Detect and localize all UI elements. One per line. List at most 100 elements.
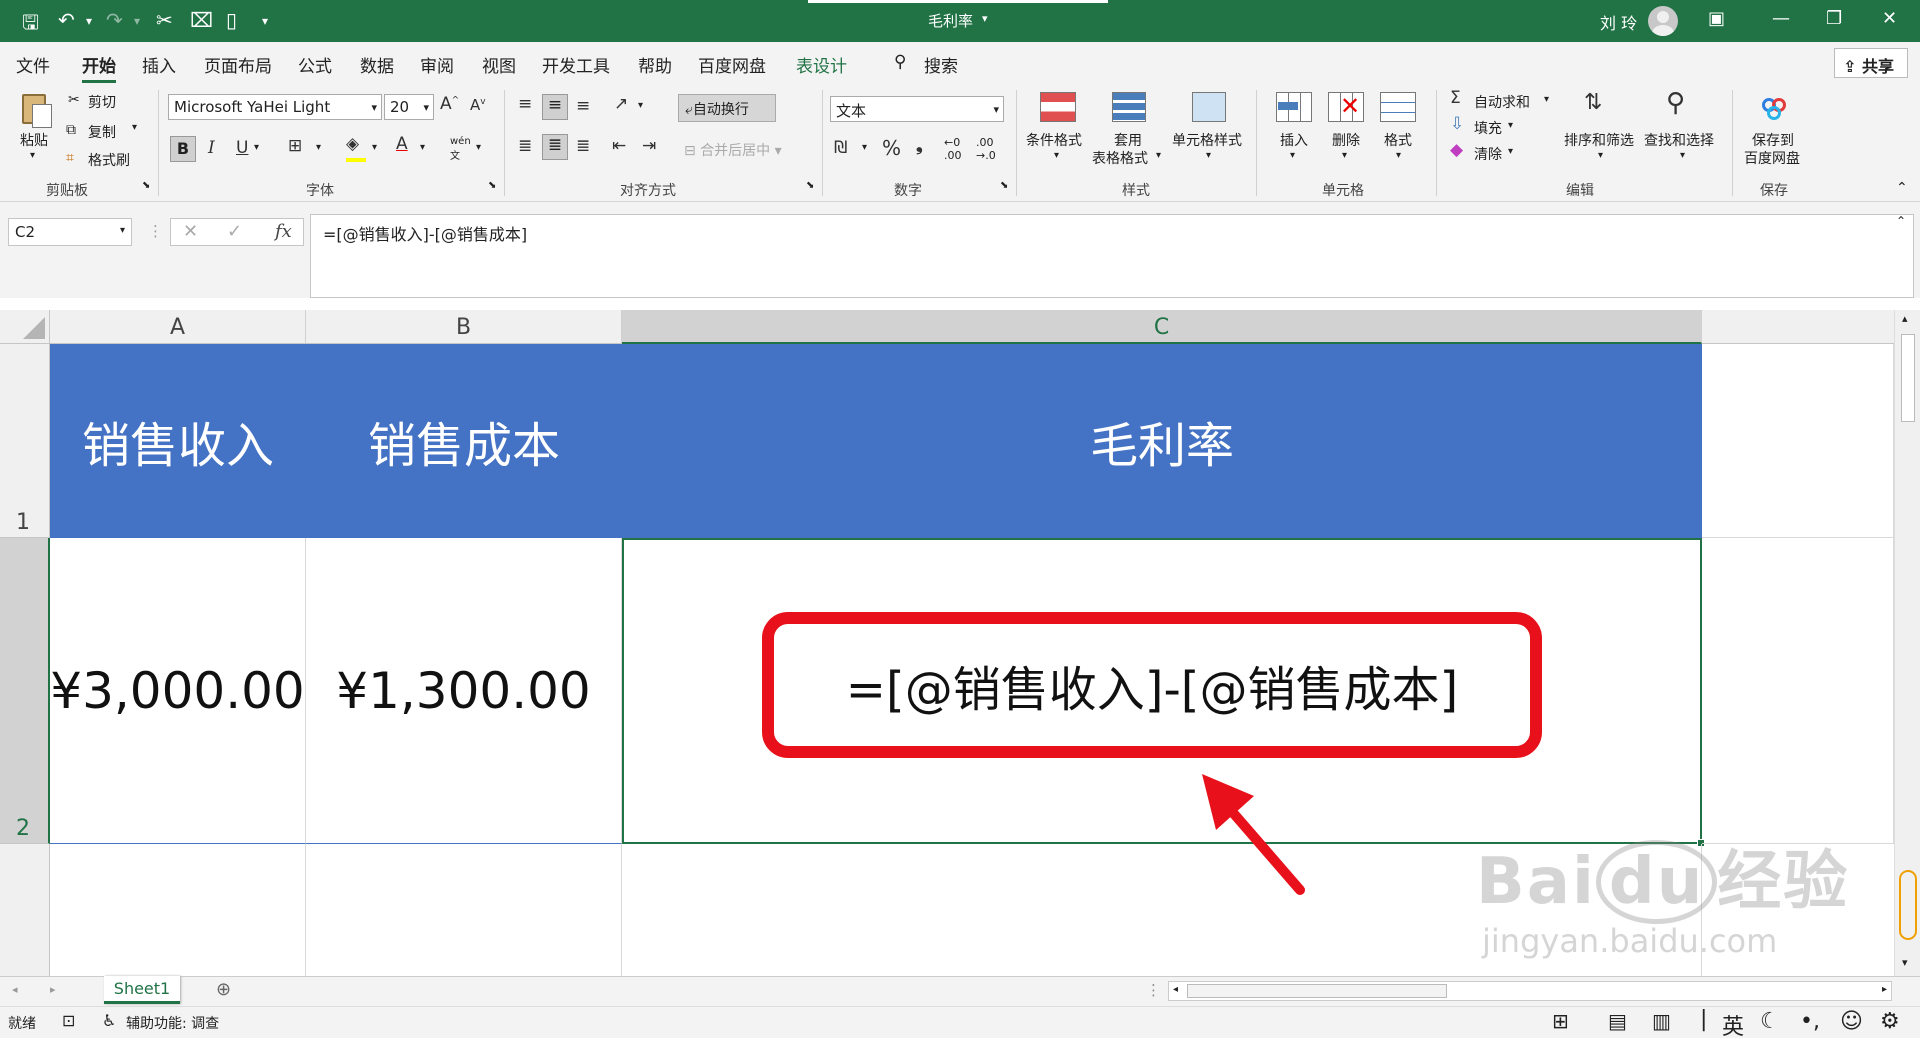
row-header-3[interactable] [0, 844, 50, 976]
moon-icon[interactable]: ☾ [1760, 1009, 1780, 1034]
collapse-ribbon-icon[interactable]: ⌃ [1896, 180, 1908, 196]
normal-view-icon[interactable]: ⊞ [1552, 1009, 1569, 1033]
delete-dropdown-icon[interactable]: ▾ [1342, 150, 1347, 161]
insert-dropdown-icon[interactable]: ▾ [1290, 150, 1295, 161]
page-layout-view-icon[interactable]: ▤ [1608, 1009, 1627, 1033]
cell-a3[interactable] [50, 844, 306, 976]
bold-button[interactable]: B [170, 136, 196, 162]
previous-sheet-icon[interactable]: ◂ [12, 983, 18, 996]
tab-data[interactable]: 数据 [360, 52, 394, 77]
conditional-formatting-label[interactable]: 条件格式 [1026, 130, 1082, 150]
number-launcher-icon[interactable]: ⬊ [1000, 180, 1008, 191]
tab-formulas[interactable]: 公式 [298, 52, 332, 77]
tab-table-design[interactable]: 表设计 [796, 52, 847, 77]
ime-language-indicator[interactable]: 英 [1722, 1009, 1744, 1041]
next-sheet-icon[interactable]: ▸ [50, 983, 56, 996]
cell-a2[interactable]: ¥3,000.00 [50, 538, 306, 844]
format-painter-icon[interactable]: ⌧ [190, 8, 213, 32]
fill-dropdown-icon[interactable]: ▾ [1508, 120, 1513, 131]
format-dropdown-icon[interactable]: ▾ [1396, 150, 1401, 161]
vertical-scrollbar[interactable]: ▴ ▾ [1894, 310, 1920, 976]
font-launcher-icon[interactable]: ⬊ [488, 180, 496, 191]
tab-file[interactable]: 文件 [16, 52, 50, 77]
page-break-view-icon[interactable]: ▥ [1652, 1009, 1671, 1033]
scroll-left-icon[interactable]: ◂ [1173, 984, 1178, 995]
fill-label[interactable]: 填充 [1474, 118, 1502, 138]
decrease-font-icon[interactable]: Av [470, 96, 486, 114]
increase-decimal-icon[interactable]: ←0.00 [944, 136, 962, 162]
horizontal-scroll-thumb[interactable] [1187, 984, 1447, 998]
wrap-text-button[interactable]: ⤶自动换行 [678, 94, 776, 122]
sort-filter-icon[interactable]: ⇅ [1584, 90, 1602, 115]
sort-filter-dropdown-icon[interactable]: ▾ [1598, 150, 1603, 161]
name-box[interactable]: C2 ▾ [8, 218, 132, 246]
macro-record-icon[interactable]: ⊡ [62, 1011, 75, 1030]
accounting-format-icon[interactable]: ₪ [834, 138, 847, 158]
paste-icon[interactable] [18, 92, 58, 128]
cell-d2[interactable] [1702, 538, 1894, 844]
cell-c2-selected[interactable]: =[@销售收入]-[@销售成本] [622, 538, 1705, 847]
baidu-netdisk-icon[interactable] [1756, 92, 1796, 128]
cell-c3[interactable] [622, 844, 1702, 976]
cell-styles-icon[interactable] [1190, 90, 1230, 126]
undo-icon[interactable]: ↶ [58, 8, 75, 32]
fill-color-icon[interactable]: ◈ [346, 134, 366, 162]
conditional-dropdown-icon[interactable]: ▾ [1054, 150, 1059, 161]
insert-cells-icon[interactable] [1274, 90, 1314, 126]
redo-dropdown-icon[interactable]: ▾ [134, 14, 140, 28]
tab-developer[interactable]: 开发工具 [542, 52, 610, 77]
decrease-decimal-icon[interactable]: .00 →.0 [976, 136, 996, 162]
delete-cells-icon[interactable]: ✕ [1326, 90, 1366, 126]
avatar[interactable] [1648, 6, 1678, 36]
formula-bar-grip-icon[interactable]: ⋮ [148, 222, 163, 240]
format-as-table-icon[interactable] [1110, 90, 1150, 126]
format-as-table-label-1[interactable]: 套用 [1114, 130, 1142, 150]
decrease-indent-icon[interactable]: ⇤ [612, 136, 626, 156]
save-to-netdisk-label-1[interactable]: 保存到 [1752, 130, 1794, 150]
clipboard-launcher-icon[interactable]: ⬊ [142, 180, 150, 191]
paste-label[interactable]: 粘贴 [20, 130, 48, 150]
undo-dropdown-icon[interactable]: ▾ [86, 14, 92, 28]
align-top-icon[interactable]: ≡ [518, 94, 532, 114]
fill-icon[interactable]: ⇩ [1450, 114, 1464, 134]
cell-styles-label[interactable]: 单元格样式 [1172, 130, 1242, 150]
cell-c1[interactable]: 毛利率 [622, 344, 1702, 538]
increase-font-icon[interactable]: A^ [440, 94, 459, 114]
copy-dropdown-icon[interactable]: ▾ [132, 122, 137, 133]
tab-split-grip-icon[interactable]: ⋮ [1146, 981, 1161, 999]
copy-icon[interactable]: ⧉ [66, 122, 76, 138]
cell-d1[interactable] [1702, 344, 1894, 538]
align-center-icon[interactable]: ≣ [542, 134, 568, 160]
cell-styles-dropdown-icon[interactable]: ▾ [1206, 150, 1211, 161]
font-color-dropdown-icon[interactable]: ▾ [420, 142, 425, 153]
orientation-dropdown-icon[interactable]: ▾ [638, 100, 643, 111]
autosum-dropdown-icon[interactable]: ▾ [1544, 94, 1549, 105]
find-select-dropdown-icon[interactable]: ▾ [1680, 150, 1685, 161]
new-document-icon[interactable]: ▯ [226, 8, 237, 32]
format-cells-label[interactable]: 格式 [1384, 130, 1412, 150]
underline-button[interactable]: U [236, 138, 248, 158]
redo-icon[interactable]: ↷ [106, 8, 123, 32]
alignment-launcher-icon[interactable]: ⬊ [806, 180, 814, 191]
tab-help[interactable]: 帮助 [638, 52, 672, 77]
cell-a1[interactable]: 销售收入 [50, 344, 306, 538]
tab-view[interactable]: 视图 [482, 52, 516, 77]
share-button[interactable]: ⇪ 共享 [1834, 48, 1908, 78]
vertical-scroll-thumb[interactable] [1901, 334, 1915, 422]
clear-icon[interactable]: ◆ [1450, 140, 1463, 160]
column-header-a[interactable]: A [50, 310, 306, 344]
number-format-select[interactable]: 文本 ▾ [830, 96, 1004, 122]
close-icon[interactable]: ✕ [1882, 8, 1897, 29]
tab-review[interactable]: 审阅 [420, 52, 454, 77]
settings-icon[interactable]: ⚙ [1880, 1009, 1900, 1034]
scroll-up-icon[interactable]: ▴ [1902, 312, 1908, 325]
font-family-select[interactable]: Microsoft YaHei Light ▾ [168, 94, 382, 120]
cell-b2[interactable]: ¥1,300.00 [306, 538, 622, 844]
cut-button[interactable]: 剪切 [88, 92, 116, 112]
save-icon[interactable]: 🖫 [22, 8, 39, 42]
insert-function-icon[interactable]: fx [275, 221, 292, 242]
expand-formula-bar-icon[interactable]: ⌃ [1896, 214, 1906, 228]
cut-icon[interactable]: ✂ [156, 8, 173, 32]
cancel-icon[interactable]: ✕ [183, 221, 198, 242]
select-all-button[interactable] [0, 310, 50, 344]
